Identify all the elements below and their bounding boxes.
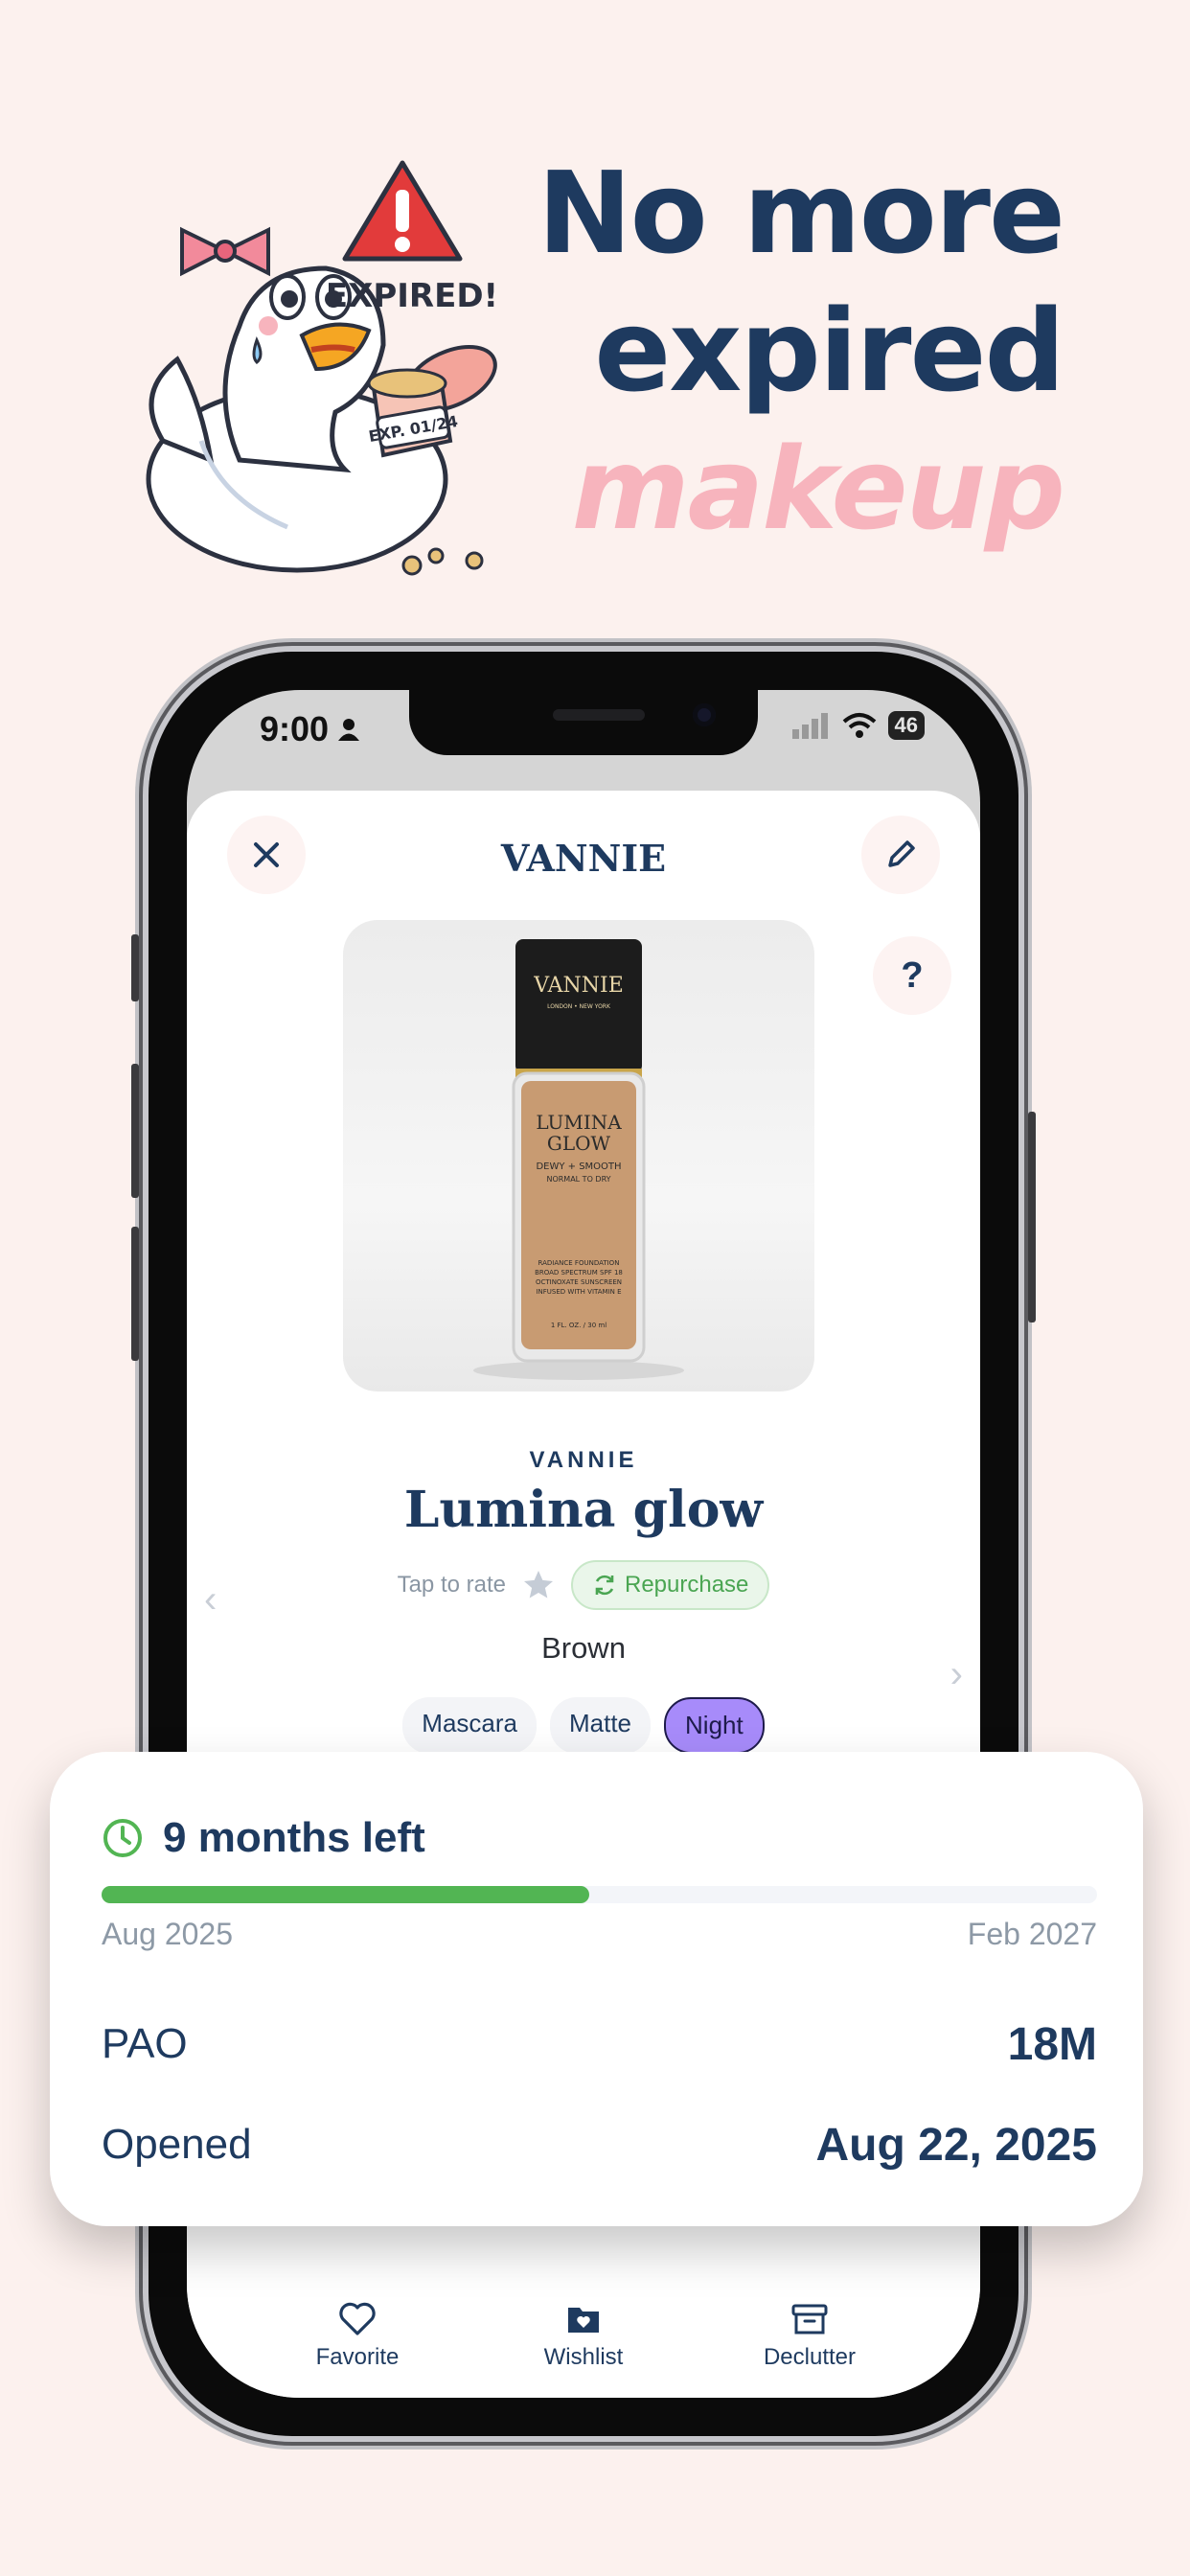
expiry-progress-track <box>102 1886 1097 1903</box>
wifi-icon <box>842 713 876 738</box>
help-button[interactable]: ? <box>873 936 951 1015</box>
tag-list: Mascara Matte Night <box>187 1697 980 1754</box>
tag-matte[interactable]: Matte <box>549 1697 652 1754</box>
person-icon <box>338 719 360 741</box>
nav-favorite[interactable]: Favorite <box>271 2302 444 2371</box>
svg-text:GLOW: GLOW <box>547 1132 611 1155</box>
headline-line-3: makeup <box>571 423 1065 555</box>
heart-icon <box>339 2302 376 2335</box>
product-name: Lumina glow <box>403 1481 764 1539</box>
repurchase-button[interactable]: Repurchase <box>570 1560 770 1610</box>
duck-mascot-illustration: EXPIRED! EXP. 01/24 <box>146 160 498 576</box>
nav-declutter[interactable]: Declutter <box>723 2302 896 2371</box>
phone-silent-switch <box>131 934 139 1001</box>
months-left-text: 9 months left <box>163 1814 425 1861</box>
archive-box-icon <box>791 2304 828 2334</box>
rating-row: Tap to rate Repurchase <box>187 1560 980 1610</box>
clock-icon <box>103 1819 142 1857</box>
folder-heart-icon <box>568 2308 599 2333</box>
svg-text:LONDON • NEW YORK: LONDON • NEW YORK <box>547 1003 611 1010</box>
edit-button[interactable] <box>861 816 940 894</box>
svg-text:RADIANCE FOUNDATION: RADIANCE FOUNDATION <box>538 1259 620 1267</box>
opened-date-value[interactable]: Aug 22, 2025 <box>816 2119 1097 2172</box>
expiry-start-date: Aug 2025 <box>102 1917 234 1951</box>
status-time: 9:00 <box>260 709 361 749</box>
camera-icon <box>693 703 716 726</box>
svg-text:DEWY + SMOOTH: DEWY + SMOOTH <box>536 1162 621 1172</box>
opened-label: Opened <box>102 2121 252 2168</box>
expired-warning-text: EXPIRED! <box>326 277 498 315</box>
svg-text:INFUSED WITH VITAMIN E: INFUSED WITH VITAMIN E <box>536 1288 621 1296</box>
product-brand: VANNIE <box>529 1447 638 1473</box>
nav-wishlist[interactable]: Wishlist <box>497 2302 670 2371</box>
star-icon[interactable] <box>521 1568 556 1602</box>
svg-text:NORMAL TO DRY: NORMAL TO DRY <box>546 1175 610 1184</box>
signal-icon <box>791 713 828 739</box>
svg-text:LUMINA: LUMINA <box>536 1111 622 1134</box>
svg-text:OCTINOXATE SUNSCREEN: OCTINOXATE SUNSCREEN <box>536 1278 622 1286</box>
expiry-card: 9 months left Aug 2025 Feb 2027 PAO 18M … <box>50 1752 1143 2226</box>
speaker-grille <box>553 709 645 721</box>
battery-indicator: 46 <box>887 711 925 740</box>
svg-text:VANNIE: VANNIE <box>533 974 624 998</box>
expiry-end-date: Feb 2027 <box>967 1917 1097 1951</box>
product-photo[interactable]: VANNIE LONDON • NEW YORK LUMINA GLOW DEW… <box>343 920 814 1392</box>
phone-volume-down <box>131 1227 139 1361</box>
months-left-row: 9 months left <box>102 1814 425 1862</box>
svg-text:1 FL. OZ. / 30 ml: 1 FL. OZ. / 30 ml <box>551 1322 606 1329</box>
headline-line-1: No more <box>537 147 1065 279</box>
expiry-progress-fill <box>102 1886 590 1903</box>
pencil-icon <box>888 840 915 867</box>
refresh-icon <box>595 1575 614 1596</box>
tap-to-rate-label: Tap to rate <box>397 1572 506 1598</box>
bottom-nav: Favorite Wishlist Declutter <box>187 2302 980 2371</box>
shade-label: Brown <box>541 1631 626 1665</box>
status-icons: 46 <box>791 711 925 740</box>
pao-value: 18M <box>1007 2019 1097 2070</box>
pao-label: PAO <box>102 2020 188 2067</box>
headline: No more expired makeup <box>537 144 1065 558</box>
svg-text:BROAD SPECTRUM SPF 18: BROAD SPECTRUM SPF 18 <box>535 1269 623 1276</box>
tag-mascara[interactable]: Mascara <box>402 1697 537 1754</box>
phone-volume-up <box>131 1064 139 1198</box>
phone-notch <box>409 690 758 755</box>
phone-power-button <box>1028 1112 1036 1322</box>
headline-line-2: expired <box>594 285 1065 417</box>
foundation-bottle-image: VANNIE LONDON • NEW YORK LUMINA GLOW DEW… <box>473 939 684 1380</box>
tag-night[interactable]: Night <box>664 1697 765 1754</box>
